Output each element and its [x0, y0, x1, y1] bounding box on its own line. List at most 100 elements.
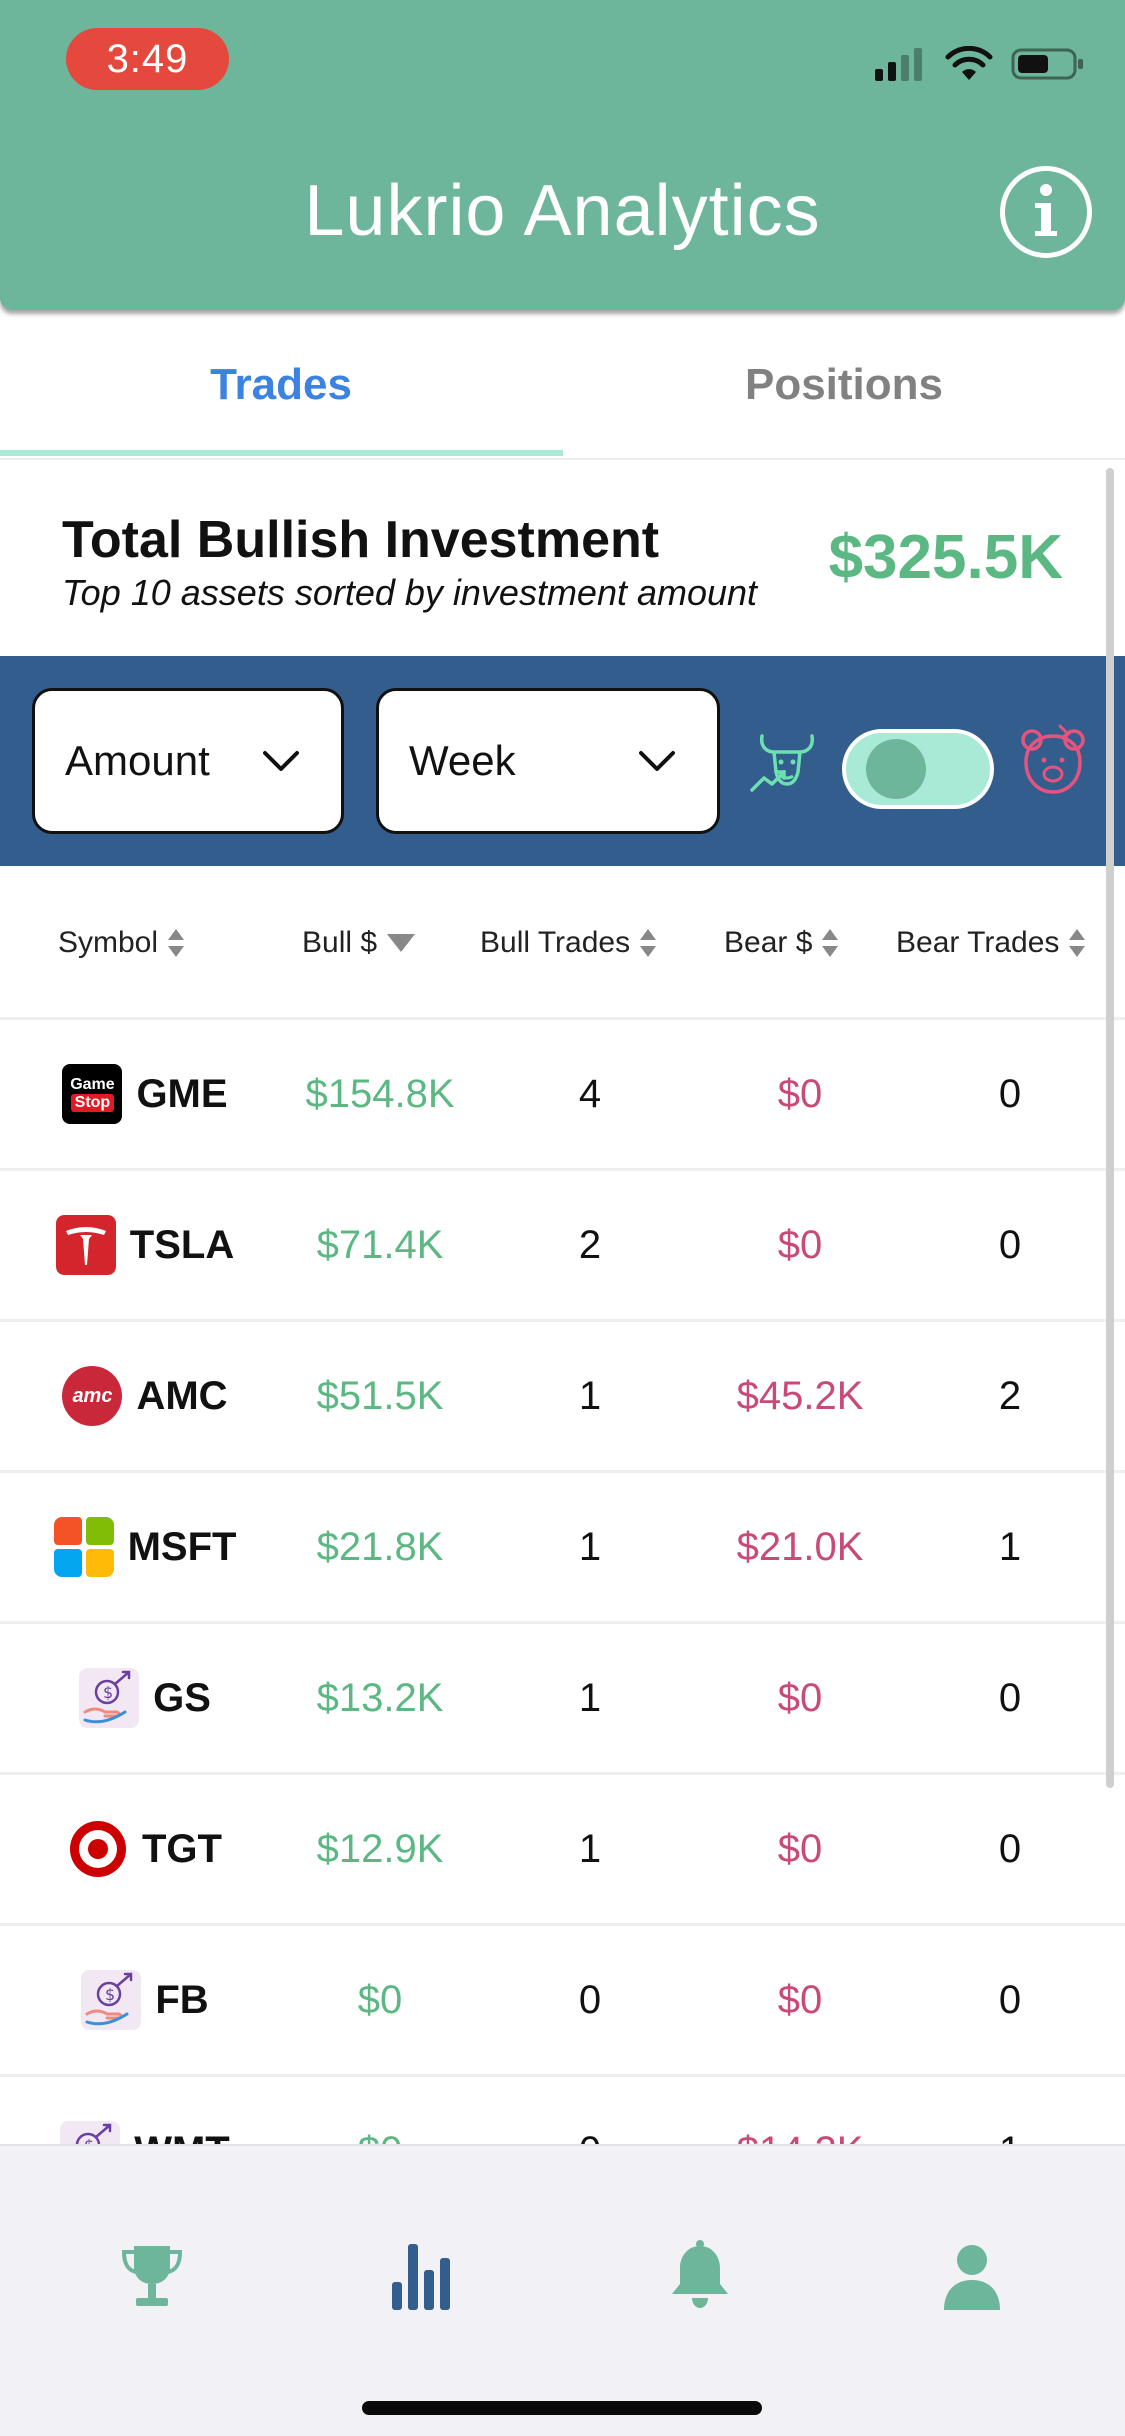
- bottom-tab-bar: [0, 2144, 1125, 2436]
- table-row[interactable]: TSLA $71.4K 2 $0 0: [0, 1171, 1125, 1322]
- column-header-bull-amount[interactable]: Bull $: [302, 926, 417, 960]
- status-time: 3:49: [66, 28, 229, 90]
- money-hand-icon: $: [79, 1668, 140, 1728]
- bear-trades-cell: 0: [998, 1826, 1022, 1871]
- money-hand-icon: $: [60, 2121, 121, 2144]
- info-icon: [1035, 184, 1057, 236]
- bear-amount-cell: $0: [777, 1977, 823, 2022]
- sort-icon: [1069, 929, 1086, 957]
- column-header-bull-trades[interactable]: Bull Trades: [480, 926, 658, 960]
- symbol-cell: TSLA: [30, 1171, 290, 1319]
- symbol-cell: $ WMT: [30, 2077, 290, 2144]
- symbol-label: GME: [136, 1071, 228, 1116]
- scrollbar[interactable]: [1106, 468, 1114, 1788]
- bull-trades-cell: 1: [578, 1524, 602, 1569]
- bear-amount-cell: $45.2K: [736, 1373, 864, 1418]
- table-row[interactable]: $ WMT $0 0 $14.2K 1: [0, 2077, 1125, 2144]
- table-row[interactable]: amc AMC $51.5K 1 $45.2K 2: [0, 1322, 1125, 1473]
- table-row[interactable]: $ GS $13.2K 1 $0 0: [0, 1624, 1125, 1775]
- symbol-label: FB: [155, 1977, 209, 2022]
- filter-bar: Amount Week: [0, 656, 1125, 866]
- table-row[interactable]: MSFT $21.8K 1 $21.0K 1: [0, 1473, 1125, 1624]
- bear-trades-cell: 0: [998, 1071, 1022, 1116]
- summary-title: Total Bullish Investment: [62, 511, 660, 569]
- table-row[interactable]: Game Stop GME $154.8K 4 $0 0: [0, 1020, 1125, 1171]
- sort-icon: [822, 929, 839, 957]
- tab-positions[interactable]: Positions: [563, 360, 1125, 410]
- wifi-icon: [945, 46, 993, 80]
- tab-notifications[interactable]: [660, 2236, 740, 2316]
- bull-amount-cell: $0: [280, 2077, 480, 2145]
- sort-by-value: Amount: [65, 737, 210, 784]
- symbol-cell: $ GS: [30, 1624, 290, 1772]
- symbol-label: GS: [153, 1675, 211, 1720]
- chevron-down-icon: [639, 751, 675, 771]
- status-icons: [873, 46, 1085, 82]
- bull-trades-cell: 0: [490, 2077, 690, 2145]
- bull-trades-cell: 1: [578, 1373, 602, 1418]
- sort-icon: [640, 929, 657, 957]
- bell-icon: [672, 2240, 728, 2308]
- microsoft-logo: [53, 1517, 114, 1577]
- segment-tabs: Trades Positions: [0, 310, 1125, 460]
- bull-amount-cell: $71.4K: [316, 1222, 444, 1267]
- symbol-cell: $ FB: [30, 1926, 290, 2074]
- app-title: Lukrio Analytics: [304, 171, 821, 251]
- symbol-cell: MSFT: [30, 1473, 290, 1621]
- tab-trades[interactable]: Trades: [0, 360, 562, 410]
- home-indicator: [362, 2401, 762, 2415]
- bull-trades-cell: 1: [578, 1675, 602, 1720]
- info-button[interactable]: [1000, 166, 1092, 258]
- table-header: Symbol Bull $ Bull Trades Bear $ Bear Tr…: [0, 866, 1125, 1020]
- bar-chart-icon: [392, 2244, 450, 2310]
- column-header-bear-trades[interactable]: Bear Trades: [896, 926, 1087, 960]
- bear-amount-cell: $21.0K: [736, 1524, 864, 1569]
- bear-amount-cell: $14.2K: [700, 2077, 900, 2145]
- period-dropdown[interactable]: Week: [376, 688, 720, 834]
- symbol-label: TSLA: [129, 1222, 235, 1267]
- sort-icon: [168, 929, 185, 957]
- symbol-cell: Game Stop GME: [30, 1020, 290, 1168]
- bull-trades-cell: 0: [578, 1977, 602, 2022]
- active-tab-indicator: [0, 450, 563, 456]
- bear-trades-cell: 0: [998, 1222, 1022, 1267]
- bull-trades-cell: 4: [578, 1071, 602, 1116]
- tab-profile[interactable]: [932, 2236, 1012, 2316]
- symbol-cell: amc AMC: [30, 1322, 290, 1470]
- bull-amount-cell: $12.9K: [316, 1826, 444, 1871]
- bear-icon: [1021, 724, 1085, 794]
- column-header-symbol[interactable]: Symbol: [58, 926, 186, 960]
- battery-icon: [1011, 48, 1083, 80]
- symbol-label: TGT: [142, 1826, 222, 1871]
- column-header-bear-amount[interactable]: Bear $: [724, 926, 840, 960]
- sort-by-dropdown[interactable]: Amount: [32, 688, 344, 834]
- svg-text:$: $: [105, 1985, 115, 2004]
- symbol-cell: TGT: [30, 1775, 290, 1923]
- trades-table: Symbol Bull $ Bull Trades Bear $ Bear Tr…: [0, 866, 1125, 2144]
- bear-trades-cell: 1: [998, 1524, 1022, 1569]
- bear-trades-cell: 2: [998, 1373, 1022, 1418]
- cellular-signal-icon: [875, 48, 922, 81]
- bull-amount-cell: $0: [357, 1977, 403, 2022]
- app-screen: 3:49 Lukrio Analytics Trades Positions T…: [0, 0, 1125, 2436]
- tab-leaderboard[interactable]: [112, 2236, 192, 2316]
- target-logo: [70, 1821, 126, 1877]
- app-header: 3:49 Lukrio Analytics: [0, 0, 1125, 310]
- bull-amount-cell: $154.8K: [305, 1071, 455, 1116]
- bull-bear-toggle[interactable]: [842, 729, 994, 809]
- period-value: Week: [409, 737, 516, 784]
- summary-total-value: $325.5K: [828, 523, 1063, 592]
- svg-text:$: $: [84, 2136, 94, 2144]
- person-icon: [944, 2245, 1000, 2310]
- tab-analytics[interactable]: [384, 2236, 464, 2316]
- table-row[interactable]: TGT $12.9K 1 $0 0: [0, 1775, 1125, 1926]
- bull-amount-cell: $21.8K: [316, 1524, 444, 1569]
- table-row[interactable]: $ FB $0 0 $0 0: [0, 1926, 1125, 2077]
- symbol-label: AMC: [136, 1373, 228, 1418]
- bull-amount-cell: $51.5K: [316, 1373, 444, 1418]
- svg-text:$: $: [103, 1683, 113, 1702]
- symbol-label: MSFT: [127, 1524, 237, 1569]
- bull-trades-cell: 2: [578, 1222, 602, 1267]
- bull-icon: [750, 734, 815, 792]
- symbol-label: WMT: [134, 2129, 230, 2145]
